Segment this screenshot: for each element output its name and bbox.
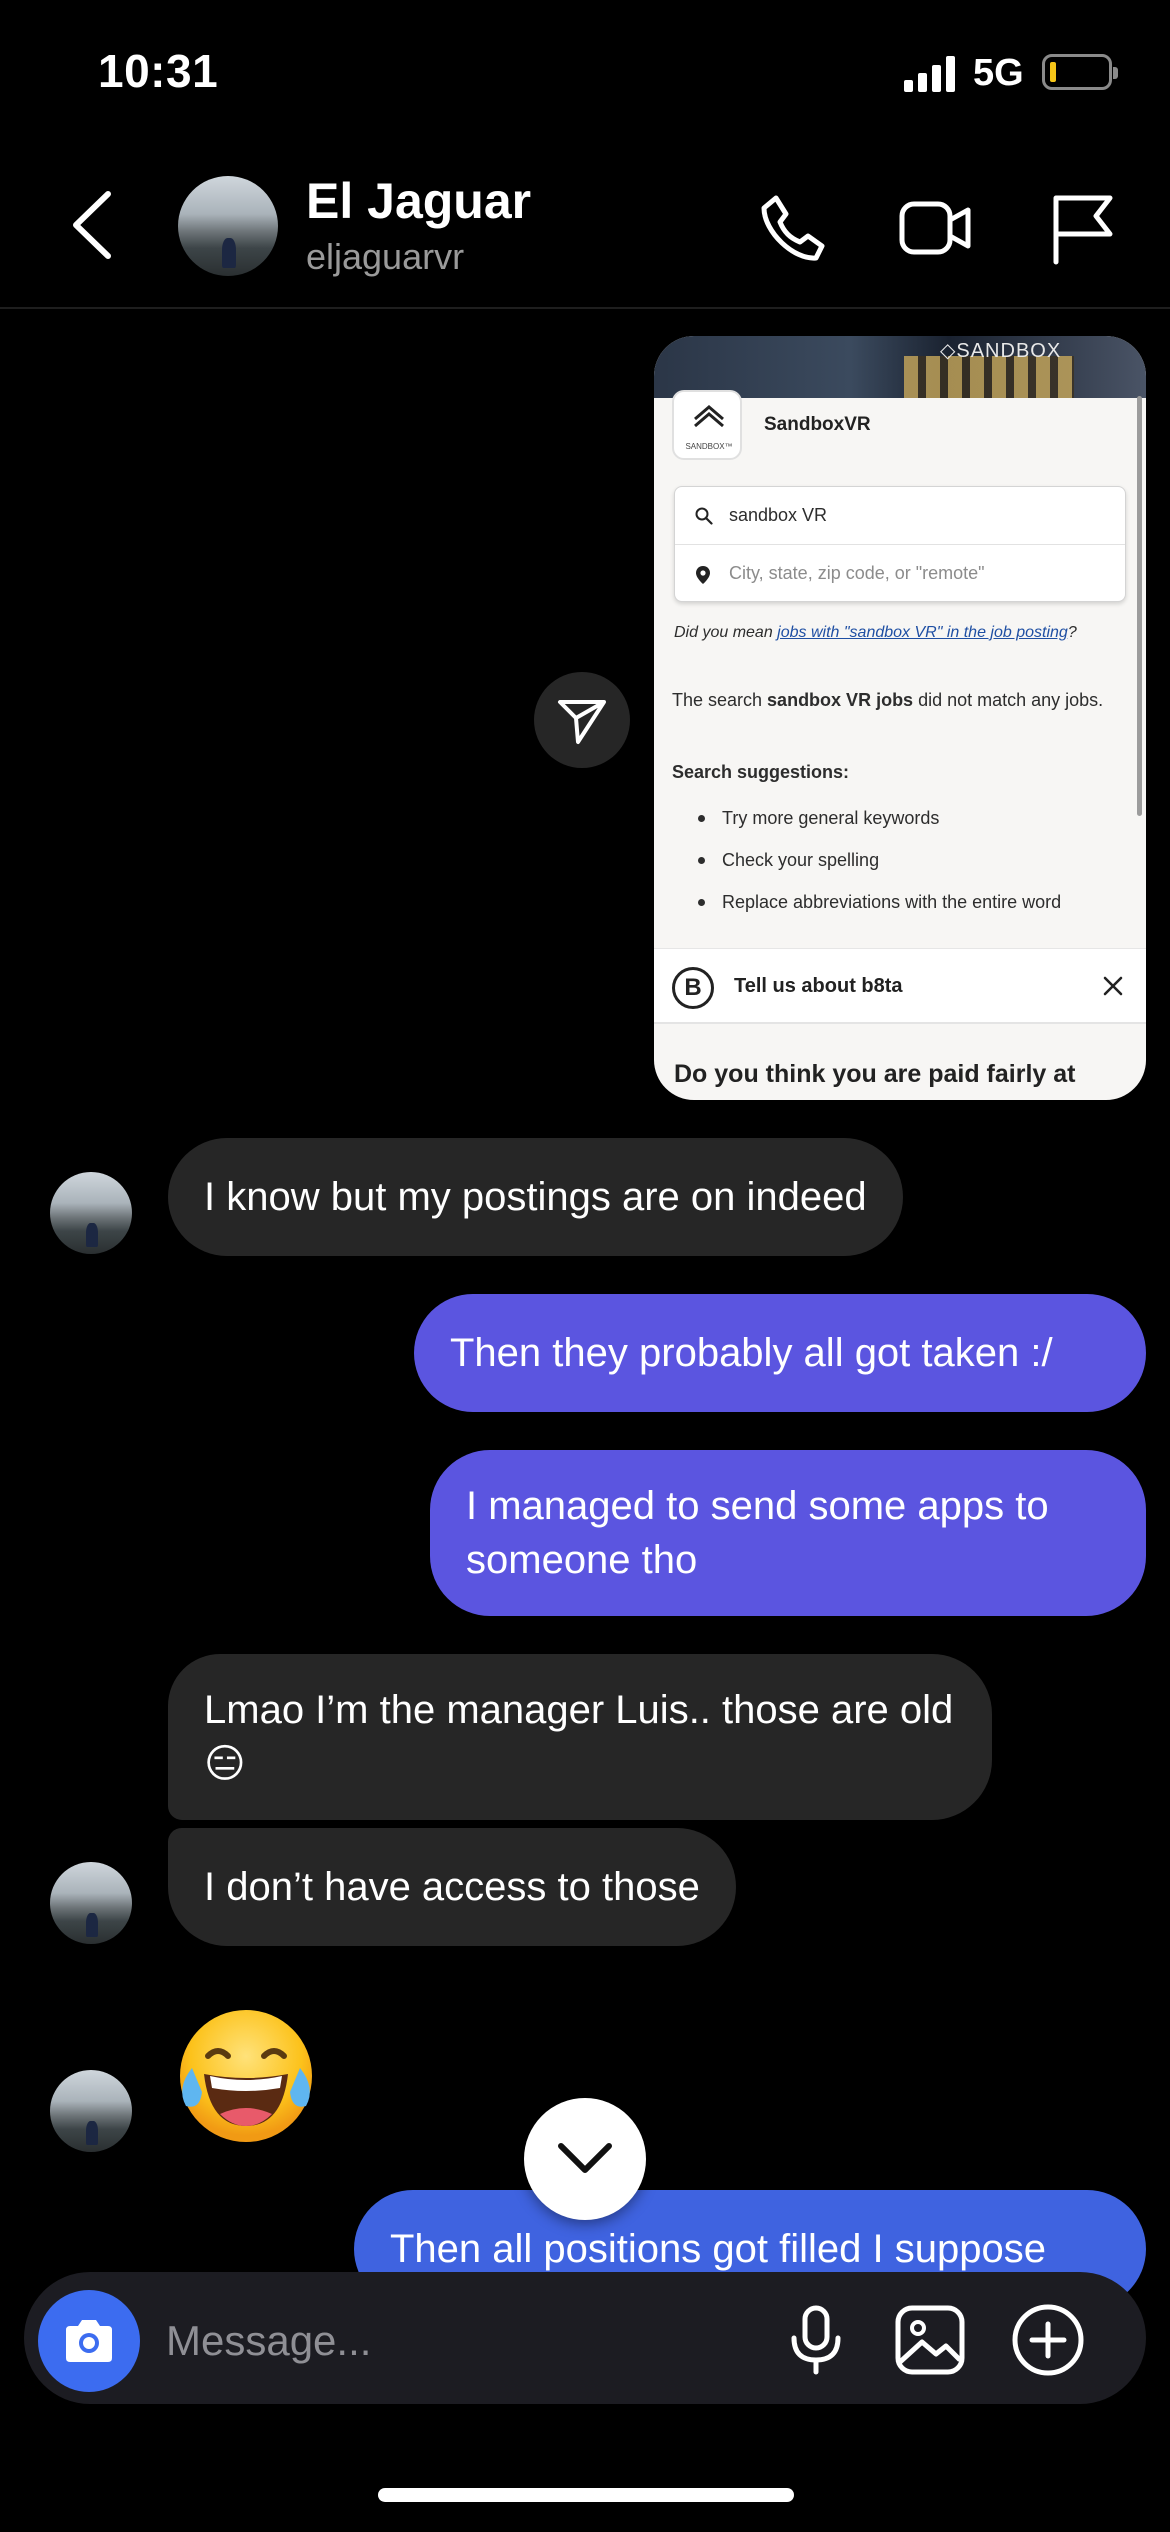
- location-placeholder: City, state, zip code, or "remote": [729, 563, 985, 583]
- post-scrollbar: [1137, 396, 1142, 816]
- message-text: I don’t have access to those: [204, 1865, 700, 1909]
- search-icon: [695, 507, 713, 525]
- message-bubble-received[interactable]: I don’t have access to those: [168, 1828, 736, 1946]
- search-query: sandbox VR: [729, 505, 828, 525]
- chevron-down-icon: [558, 2143, 612, 2173]
- sender-avatar[interactable]: [50, 1172, 132, 1254]
- back-chevron-icon[interactable]: [64, 188, 124, 262]
- no-match-prefix: The search: [672, 690, 768, 710]
- post-photo: ◇SANDBOX: [654, 336, 1146, 398]
- header-avatar[interactable]: [178, 176, 278, 276]
- storefront-sign: ◇SANDBOX: [940, 340, 1062, 362]
- gallery-icon[interactable]: [892, 2302, 968, 2378]
- message-bubble-received[interactable]: I know but my postings are on indeed: [168, 1138, 903, 1256]
- battery-icon: [1042, 54, 1118, 90]
- location-pin-icon: [696, 566, 710, 584]
- flag-icon[interactable]: [1044, 190, 1120, 266]
- message-bubble-sent[interactable]: Then they probably all got taken :/: [414, 1294, 1146, 1412]
- company-logo: SANDBOX™: [672, 390, 742, 460]
- microphone-icon[interactable]: [778, 2302, 854, 2378]
- laughing-emoji-icon[interactable]: [170, 2006, 322, 2146]
- did-you-mean-link[interactable]: jobs with "sandbox VR" in the job postin…: [777, 624, 1068, 641]
- suggestions-list: Try more general keywords Check your spe…: [672, 804, 1061, 930]
- what-search-field[interactable]: sandbox VR: [675, 487, 1125, 545]
- survey-banner: B Tell us about b8ta: [654, 948, 1146, 1024]
- b8ta-logo: B: [672, 967, 714, 1009]
- contact-name[interactable]: El Jaguar: [306, 172, 531, 230]
- shared-post-card[interactable]: ◇SANDBOX SANDBOX™ SandboxVR sandbox VR C…: [654, 336, 1146, 1100]
- message-text: Lmao I’m the manager Luis.. those are ol…: [204, 1688, 954, 1786]
- message-text: I know but my postings are on indeed: [204, 1175, 867, 1219]
- message-bubble-received[interactable]: Lmao I’m the manager Luis.. those are ol…: [168, 1654, 992, 1820]
- survey-text: Tell us about b8ta: [734, 975, 903, 997]
- header-divider: [0, 307, 1170, 309]
- suggestion-item: Try more general keywords: [672, 804, 1061, 846]
- suggestions-title: Search suggestions:: [672, 762, 850, 782]
- suggestion-item: Replace abbreviations with the entire wo…: [672, 888, 1061, 930]
- company-logo-text: SANDBOX™: [685, 442, 733, 451]
- camera-button[interactable]: [38, 2290, 140, 2392]
- no-match-suffix: did not match any jobs.: [913, 690, 1104, 710]
- phone-icon[interactable]: [754, 190, 830, 266]
- contact-username: eljaguarvr: [306, 236, 465, 277]
- video-icon[interactable]: [898, 190, 974, 266]
- job-search-box: sandbox VR City, state, zip code, or "re…: [674, 486, 1126, 602]
- send-share-icon: [558, 700, 606, 744]
- did-you-mean-prefix: Did you mean: [674, 624, 778, 641]
- suggestion-item: Check your spelling: [672, 846, 1061, 888]
- network-label: 5G: [973, 52, 1024, 94]
- no-match-text: The search sandbox VR jobs did not match…: [672, 686, 1122, 714]
- did-you-mean-suffix: ?: [1067, 624, 1077, 641]
- camera-icon: [66, 2320, 112, 2362]
- survey-question: Do you think you are paid fairly at: [674, 1060, 1076, 1088]
- no-match-query: sandbox VR jobs: [767, 690, 914, 710]
- message-input[interactable]: [166, 2306, 726, 2376]
- share-post-button[interactable]: [534, 672, 630, 768]
- status-time: 10:31: [98, 45, 219, 97]
- plus-circle-icon[interactable]: [1010, 2302, 1086, 2378]
- company-name: SandboxVR: [764, 414, 871, 435]
- scroll-to-bottom-button[interactable]: [524, 2098, 646, 2220]
- close-icon[interactable]: [1102, 975, 1124, 997]
- message-text: Then they probably all got taken :/: [450, 1331, 1053, 1375]
- signal-icon: [904, 56, 955, 92]
- message-bubble-sent[interactable]: I managed to send some apps to someone t…: [430, 1450, 1146, 1616]
- did-you-mean: Did you mean jobs with "sandbox VR" in t…: [674, 624, 1077, 642]
- sender-avatar[interactable]: [50, 2070, 132, 2152]
- where-search-field[interactable]: City, state, zip code, or "remote": [675, 545, 1125, 603]
- message-text: Then all positions got filled I suppose: [390, 2227, 1046, 2271]
- sender-avatar[interactable]: [50, 1862, 132, 1944]
- home-indicator[interactable]: [378, 2488, 794, 2502]
- message-text: I managed to send some apps to someone t…: [466, 1484, 1049, 1582]
- sandbox-logo-icon: [694, 405, 724, 428]
